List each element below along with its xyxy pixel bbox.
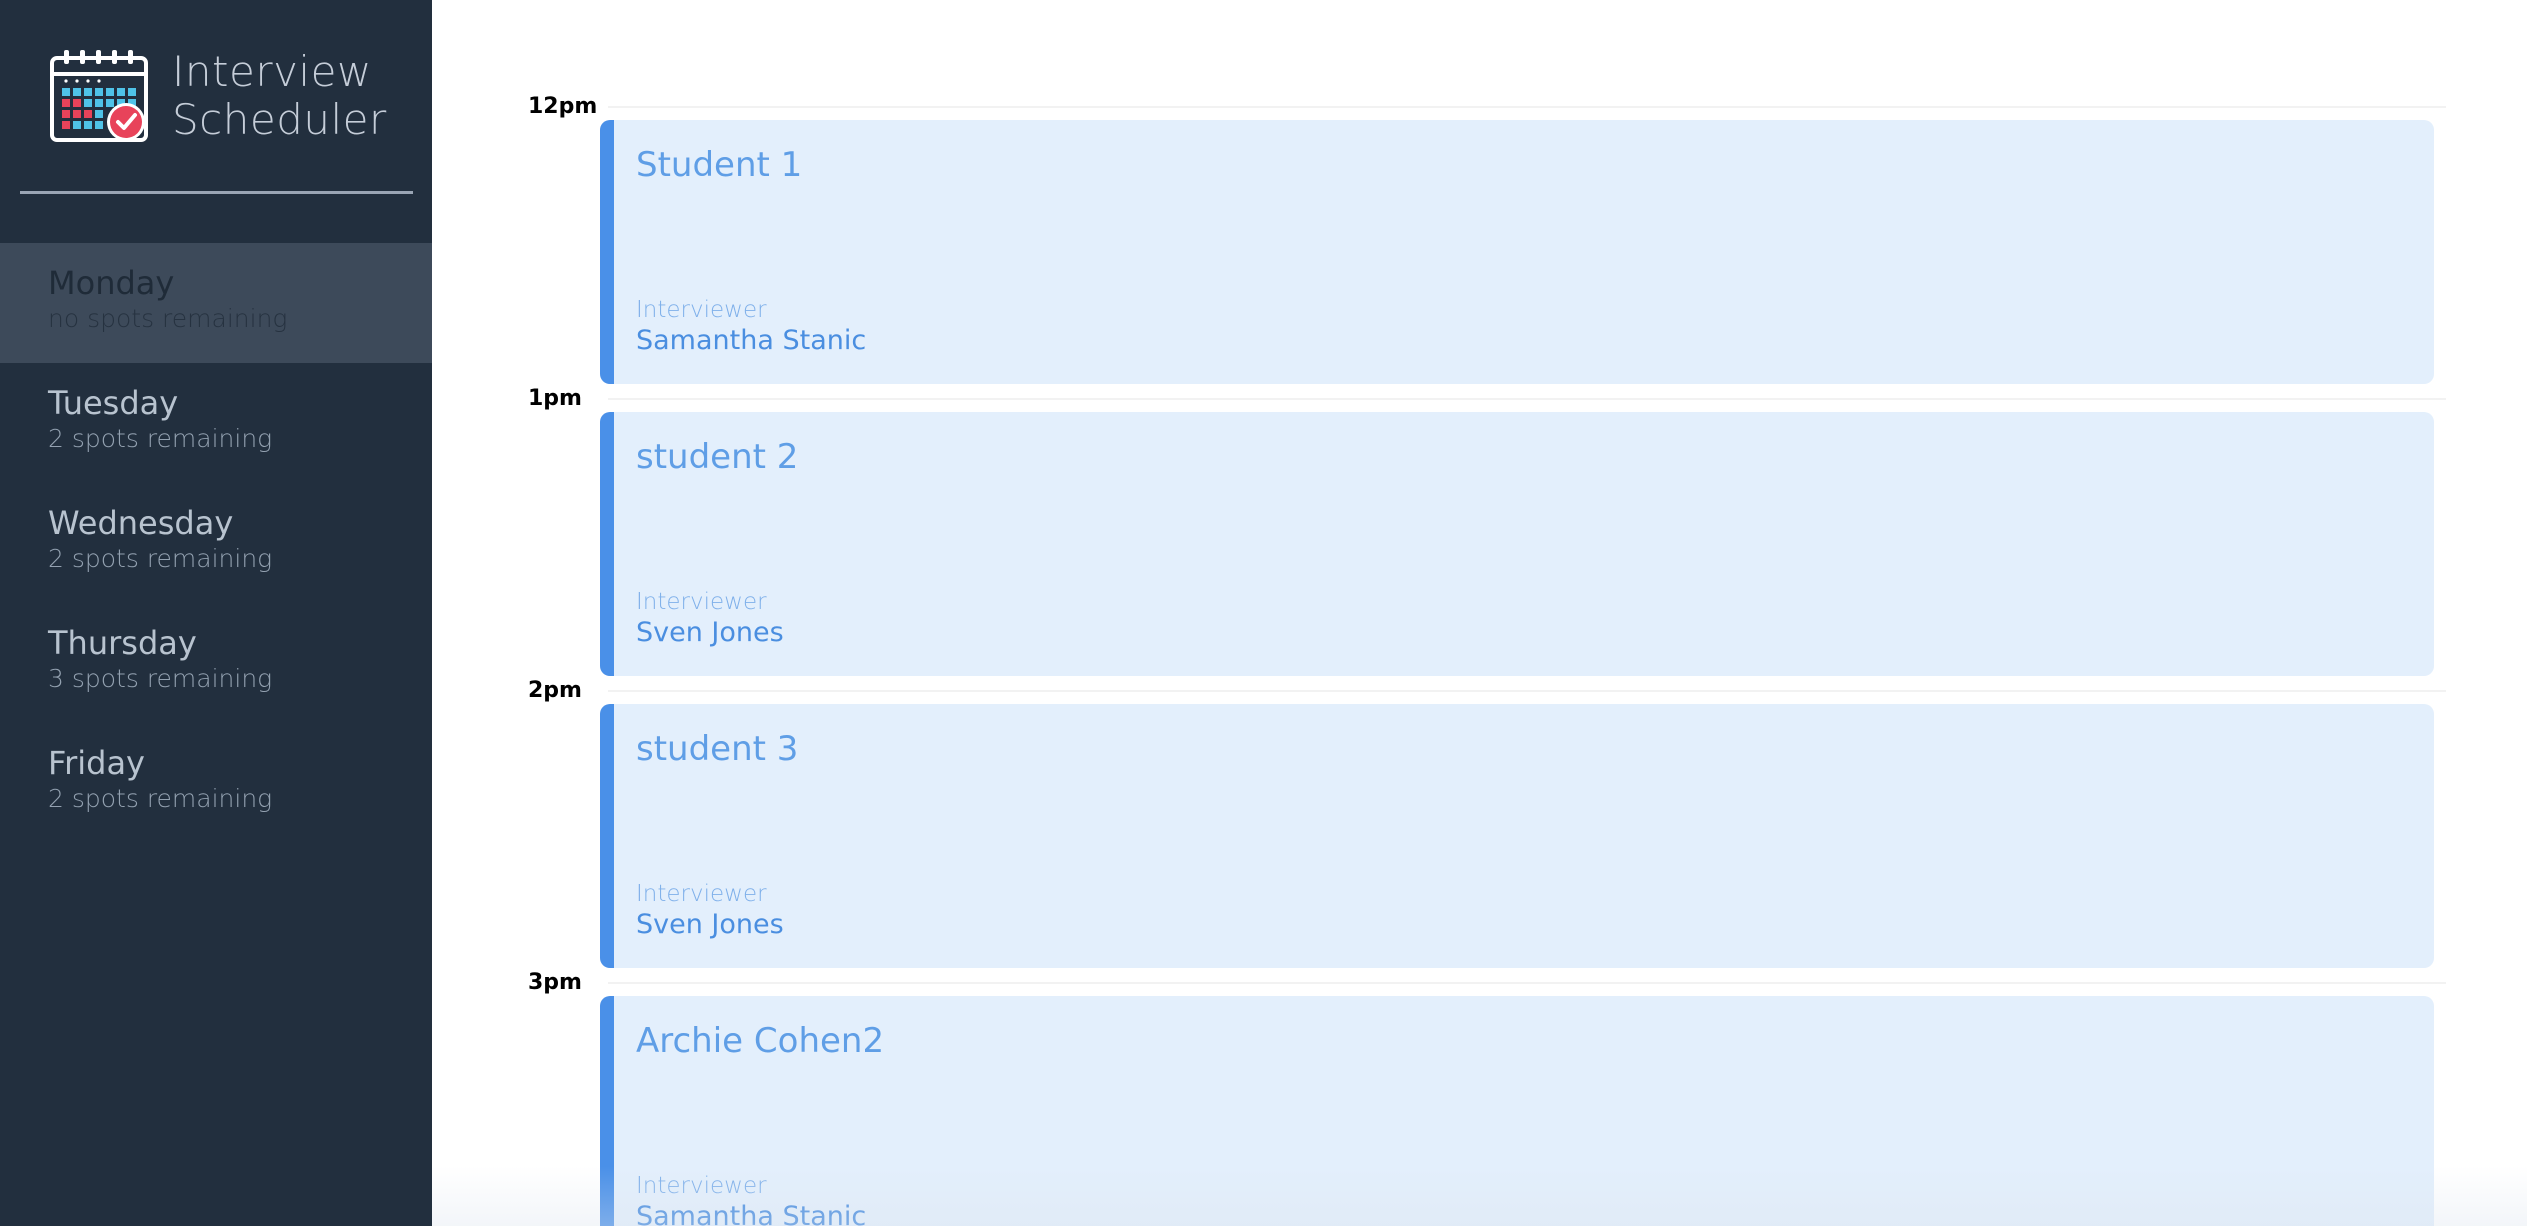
day-name: Tuesday (48, 384, 179, 422)
day-list: Monday no spots remaining Tuesday 2 spot… (0, 243, 432, 843)
slot-separator (608, 398, 2446, 400)
day-name: Monday (48, 264, 175, 302)
appointment-slot: 1pm student 2 Interviewer Sven Jones (432, 292, 2527, 676)
day-spots: no spots remaining (48, 304, 288, 333)
day-item-thursday[interactable]: Thursday 3 spots remaining (0, 603, 432, 723)
day-item-wednesday[interactable]: Wednesday 2 spots remaining (0, 483, 432, 603)
slot-separator (608, 690, 2446, 692)
appointment-slot: 3pm Archie Cohen2 Interviewer Samantha S… (432, 876, 2527, 1226)
student-name: Archie Cohen2 (636, 1021, 885, 1061)
slot-time: 3pm (528, 970, 582, 995)
appointment-slot: 12pm Student 1 Interviewer Samantha Stan… (432, 0, 2527, 384)
sidebar: Interview Scheduler Monday no spots rema… (0, 0, 432, 1226)
day-item-tuesday[interactable]: Tuesday 2 spots remaining (0, 363, 432, 483)
slot-time: 1pm (528, 386, 582, 411)
day-spots: 3 spots remaining (48, 664, 273, 693)
slot-time: 2pm (528, 678, 582, 703)
slot-separator (608, 982, 2446, 984)
brand: Interview Scheduler (50, 48, 390, 148)
student-name: Student 1 (636, 145, 803, 185)
day-name: Wednesday (48, 504, 234, 542)
student-name: student 2 (636, 437, 799, 477)
day-name: Thursday (48, 624, 197, 662)
slot-time: 12pm (528, 94, 598, 119)
day-spots: 2 spots remaining (48, 424, 273, 453)
day-item-monday[interactable]: Monday no spots remaining (0, 243, 432, 363)
appointment-card[interactable]: Archie Cohen2 Interviewer Samantha Stani… (600, 996, 2434, 1226)
day-item-friday[interactable]: Friday 2 spots remaining (0, 723, 432, 843)
app-title: Interview Scheduler (172, 48, 387, 144)
app-title-line1: Interview (172, 47, 372, 96)
slot-separator (608, 106, 2446, 108)
interviewer-name: Samantha Stanic (636, 1201, 867, 1226)
student-name: student 3 (636, 729, 799, 769)
interviewer-label: Interviewer (636, 1173, 767, 1199)
day-name: Friday (48, 744, 145, 782)
app: Interview Scheduler Monday no spots rema… (0, 0, 2527, 1226)
day-spots: 2 spots remaining (48, 544, 273, 573)
schedule: 12pm Student 1 Interviewer Samantha Stan… (432, 0, 2527, 1226)
sidebar-divider (20, 191, 413, 194)
calendar-check-icon (50, 50, 148, 142)
appointment-slot: 2pm student 3 Interviewer Sven Jones (432, 584, 2527, 968)
day-spots: 2 spots remaining (48, 784, 273, 813)
app-title-line2: Scheduler (172, 95, 387, 144)
